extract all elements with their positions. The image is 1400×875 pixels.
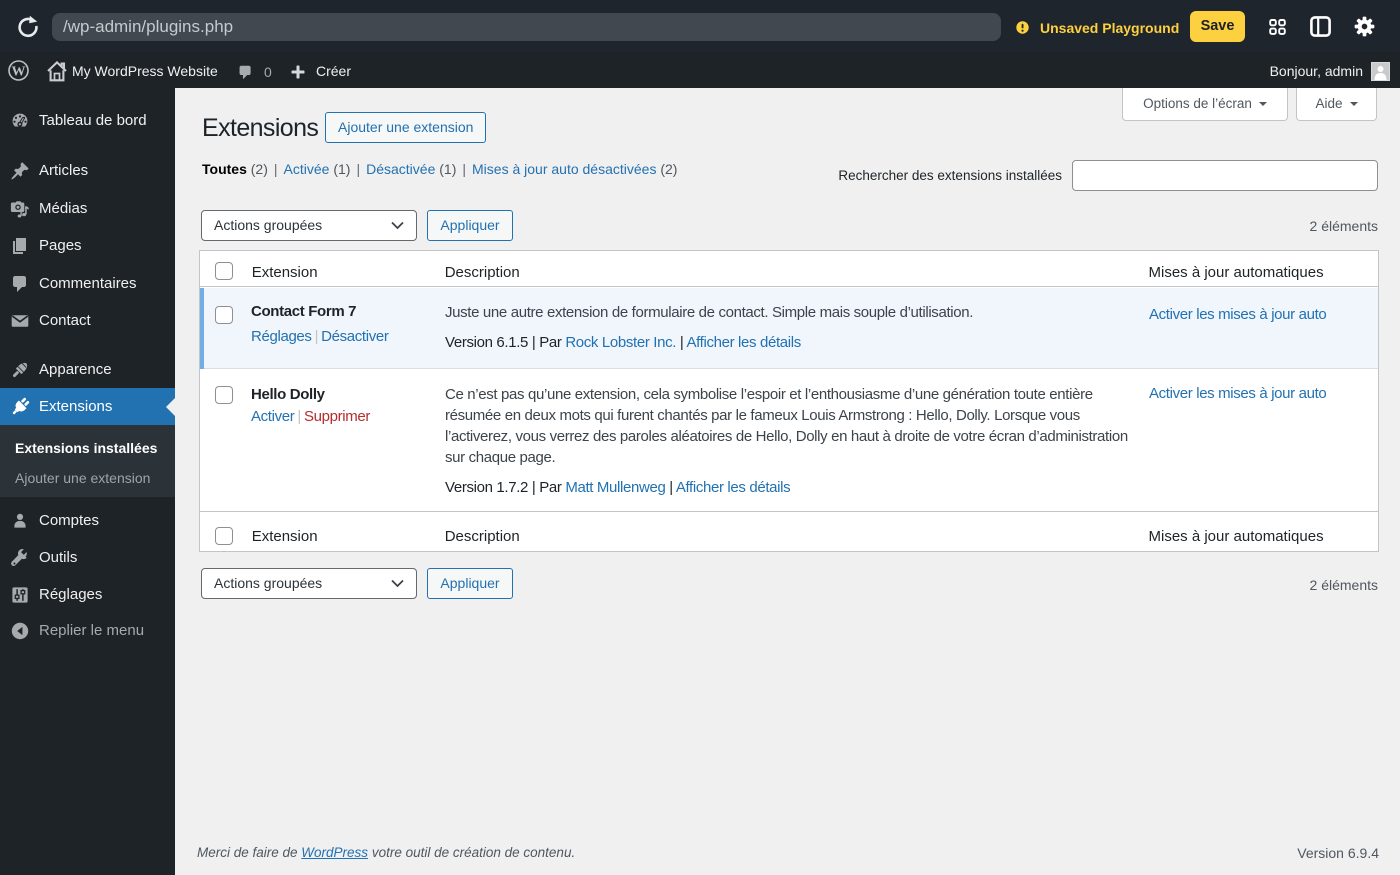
svg-text:W: W <box>12 64 26 79</box>
